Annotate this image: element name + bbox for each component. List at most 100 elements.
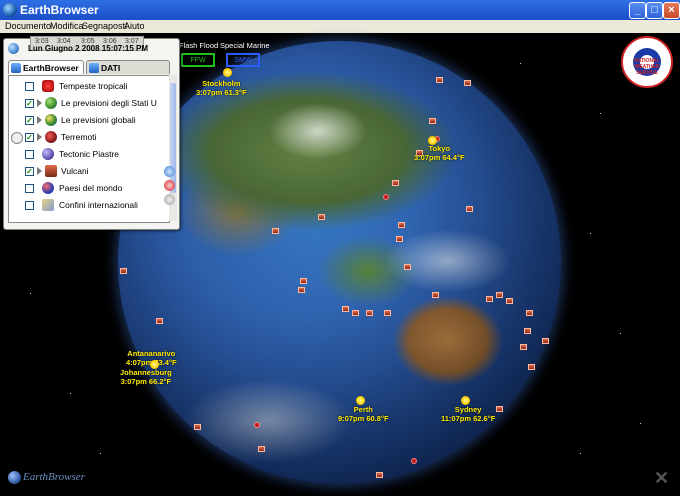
current-date: Lun Giugno 2 2008 15:07:15 PM [28,44,149,53]
volcano-marker[interactable] [432,292,439,298]
expand-arrow-icon[interactable] [37,167,42,175]
layer-checkbox[interactable]: ✓ [25,99,34,108]
layer-row-us-forecast[interactable]: ✓ Le previsioni degli Stati U [9,95,169,112]
layer-checkbox[interactable] [25,150,34,159]
volcano-marker[interactable] [318,214,325,220]
earthquake-marker[interactable] [383,194,389,200]
earthquake-marker[interactable] [254,422,260,428]
volcano-marker[interactable] [398,222,405,228]
layer-checkbox[interactable]: ✓ [25,116,34,125]
layer-checkbox[interactable] [25,82,34,91]
volcano-marker[interactable] [506,298,513,304]
layer-row-world-countries[interactable]: Paesi del mondo [9,180,169,197]
expand-arrow-icon[interactable] [37,99,42,107]
sun-weather-icon [356,396,365,405]
earth-app-icon [3,3,17,17]
settings-clock-icon[interactable] [11,132,23,144]
earthquake-icon [45,131,57,143]
volcano-marker[interactable] [272,228,279,234]
volcano-marker[interactable] [194,424,201,430]
layer-row-international-borders[interactable]: Confini internazionali [9,197,169,214]
special-marine-badge[interactable]: SMW [226,53,260,67]
tectonic-plates-icon [42,148,54,160]
tab-dati-personali[interactable]: DATI PERSONALI [86,60,170,87]
volcano-icon [45,165,57,177]
sun-weather-icon [461,396,470,405]
sun-weather-icon [223,68,232,77]
close-view-icon[interactable]: ✕ [654,468,669,489]
volcano-marker[interactable] [436,77,443,83]
volcano-marker[interactable] [156,318,163,324]
volcano-marker[interactable] [524,328,531,334]
menu-aiuto[interactable]: Aiuto [124,21,145,31]
panel-side-tools [164,166,176,216]
volcano-marker[interactable] [396,236,403,242]
volcano-marker[interactable] [366,310,373,316]
volcano-marker[interactable] [466,206,473,212]
city-sydney[interactable]: Sydney 11:07pm 62.6°F [441,405,495,423]
volcano-marker[interactable] [392,180,399,186]
volcano-marker[interactable] [300,278,307,284]
window-title: EarthBrowser [20,3,99,17]
layer-row-tropical-storms[interactable]: Tempeste tropicali [9,78,169,95]
volcano-marker[interactable] [464,80,471,86]
layer-checkbox[interactable]: ✓ [25,167,34,176]
city-tokyo[interactable]: Tokyo 3:07pm 64.4°F [414,144,465,162]
tab-earthbrowser[interactable]: EarthBrowser [8,60,84,74]
hurricane-icon [42,80,54,92]
expand-arrow-icon[interactable] [37,133,42,141]
nws-logo-text: NATIONAL WEATHER SERVICE [634,58,660,76]
flash-flood-badge[interactable]: FFW [181,53,215,67]
countries-icon [42,182,54,194]
earthbrowser-tab-icon [11,63,21,73]
menu-modifica[interactable]: Modifica [50,21,84,31]
volcano-marker[interactable] [376,472,383,478]
special-marine-label: Special Marine [220,41,270,50]
earthbrowser-logo: EarthBrowser [8,471,85,484]
placemark-icon[interactable] [164,180,175,191]
volcano-marker[interactable] [384,310,391,316]
volcano-marker[interactable] [120,268,127,274]
close-button[interactable]: × [663,2,680,19]
nws-logo[interactable]: NATIONAL WEATHER SERVICE [621,36,673,88]
volcano-marker[interactable] [542,338,549,344]
menu-segnaposti[interactable]: Segnaposti [82,21,127,31]
layer-checkbox[interactable]: ✓ [25,133,34,142]
title-bar: EarthBrowser _ □ × [0,0,680,20]
expand-arrow-icon[interactable] [37,116,42,124]
volcano-marker[interactable] [496,406,503,412]
layer-checkbox[interactable] [25,184,34,193]
volcano-marker[interactable] [258,446,265,452]
volcano-marker[interactable] [298,287,305,293]
minimize-button[interactable]: _ [629,2,646,19]
layer-row-earthquakes[interactable]: ✓ Terremoti [9,129,169,146]
panel-tabs: EarthBrowser DATI PERSONALI [8,60,174,87]
layer-row-tectonic-plates[interactable]: Tectonic Piastre [9,146,169,163]
menu-bar: Documento Modifica Segnaposti Aiuto [0,20,680,33]
volcano-marker[interactable] [342,306,349,312]
volcano-marker[interactable] [520,344,527,350]
volcano-marker[interactable] [496,292,503,298]
volcano-marker[interactable] [486,296,493,302]
volcano-marker[interactable] [526,310,533,316]
globe-menu-icon[interactable] [8,43,19,54]
borders-icon [42,199,54,211]
trash-icon[interactable] [164,194,175,205]
volcano-marker[interactable] [429,118,436,124]
earthquake-marker[interactable] [411,458,417,464]
city-johannesburg[interactable]: Johannesburg 3:07pm 66.2°F [120,368,172,386]
volcano-marker[interactable] [528,364,535,370]
us-forecast-icon [45,97,57,109]
refresh-icon[interactable] [164,166,175,177]
volcano-marker[interactable] [352,310,359,316]
city-stockholm[interactable]: Stockholm 3:07pm 61.3°F [196,79,247,97]
city-perth[interactable]: Perth 9:07pm 60.8°F [338,405,389,423]
volcano-marker[interactable] [404,264,411,270]
maximize-button[interactable]: □ [646,2,663,19]
layers-list: Tempeste tropicali ✓ Le previsioni degli… [8,75,170,223]
layer-row-global-forecast[interactable]: ✓ Le previsioni globali [9,112,169,129]
menu-documento[interactable]: Documento [5,21,51,31]
layer-checkbox[interactable] [25,201,34,210]
layer-row-volcanoes[interactable]: ✓ Vulcani [9,163,169,180]
personal-data-tab-icon [89,63,99,73]
